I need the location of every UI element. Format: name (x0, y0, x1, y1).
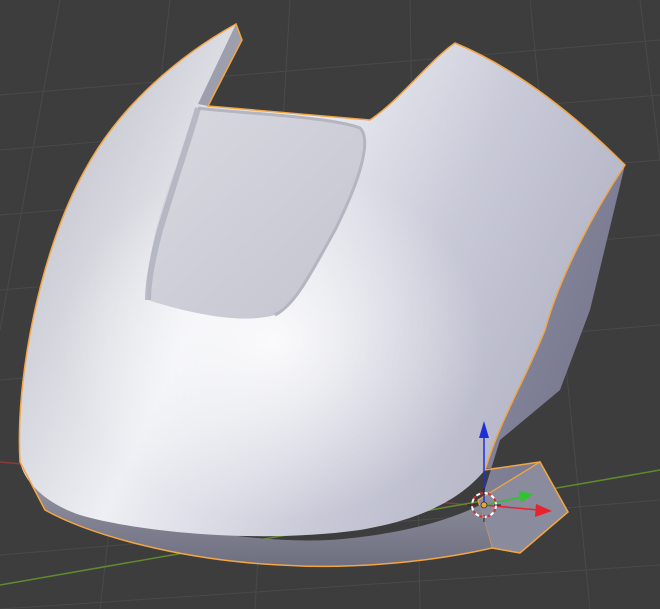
3d-viewport[interactable] (0, 0, 660, 609)
viewport-canvas[interactable] (0, 0, 660, 609)
object-origin-icon (480, 501, 488, 509)
selected-mesh-object[interactable] (18, 22, 626, 568)
